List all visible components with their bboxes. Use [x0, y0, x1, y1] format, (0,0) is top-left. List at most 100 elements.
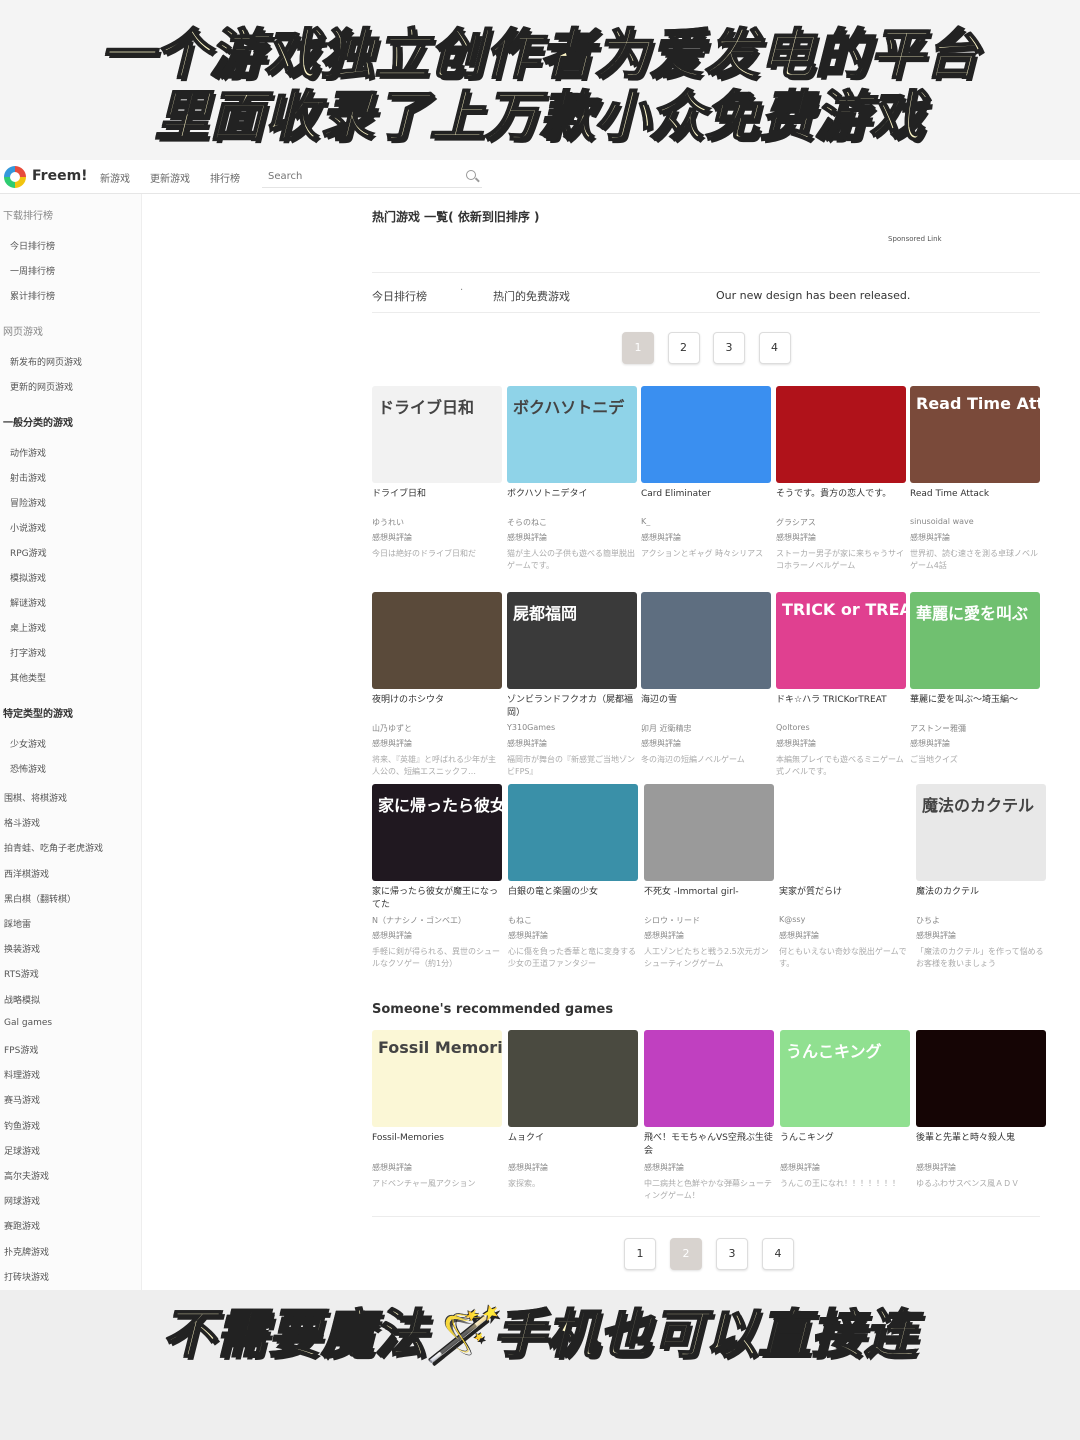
game-thumbnail[interactable] — [644, 1030, 774, 1127]
sidebar-item[interactable]: 更新的网页游戏 — [10, 380, 73, 393]
game-thumbnail[interactable] — [641, 386, 771, 483]
game-thumbnail[interactable] — [508, 1030, 638, 1127]
sidebar-item[interactable]: 恐怖游戏 — [10, 762, 46, 775]
game-title[interactable]: ドライブ日和 — [372, 488, 502, 501]
sidebar-item[interactable]: 拍青蛙、吃角子老虎游戏 — [4, 841, 103, 854]
site-logo[interactable]: Freem! — [32, 168, 88, 184]
review-link[interactable]: 感想與評論 — [507, 532, 547, 543]
game-title[interactable]: 夜明けのホシウタ — [372, 694, 502, 707]
game-title[interactable]: 華麗に愛を叫ぶ～埼玉編～ — [910, 694, 1040, 707]
game-thumbnail[interactable]: 華麗に愛を叫ぶ — [910, 592, 1040, 689]
nav-new-games[interactable]: 新游戏 — [100, 170, 130, 185]
game-thumbnail[interactable] — [779, 784, 909, 881]
sidebar-item[interactable]: 今日排行榜 — [10, 239, 55, 252]
sidebar-item[interactable]: 赛马游戏 — [4, 1093, 40, 1106]
game-title[interactable]: そうです。貴方の恋人です。 — [776, 488, 906, 501]
game-author[interactable]: Y310Games — [507, 723, 637, 732]
game-title[interactable]: Fossil-Memories — [372, 1132, 502, 1145]
sidebar-item[interactable]: 踩地雷 — [4, 917, 31, 930]
sidebar-item[interactable]: 黑白棋（翻转棋） — [4, 892, 76, 905]
game-thumbnail[interactable] — [776, 386, 906, 483]
sponsored-link[interactable]: Sponsored Link — [888, 235, 942, 243]
game-thumbnail[interactable]: ボクハソトニデ — [507, 386, 637, 483]
game-thumbnail[interactable]: Fossil Memories — [372, 1030, 502, 1127]
sidebar-item[interactable]: RPG游戏 — [10, 546, 47, 559]
freem-logo-icon[interactable] — [4, 166, 26, 188]
review-link[interactable]: 感想與評論 — [776, 738, 816, 749]
sidebar-item[interactable]: 动作游戏 — [10, 446, 46, 459]
sidebar-item[interactable]: 网球游戏 — [4, 1194, 40, 1207]
pager-top-page-2[interactable]: 2 — [667, 332, 700, 364]
review-link[interactable]: 感想與評論 — [910, 532, 950, 543]
game-thumbnail[interactable]: TRICK or TREAT — [776, 592, 906, 689]
review-link[interactable]: 感想與評論 — [644, 930, 684, 941]
game-title[interactable]: 白銀の竜と楽園の少女 — [508, 886, 638, 899]
sidebar-item[interactable]: 钓鱼游戏 — [4, 1119, 40, 1132]
sidebar-item[interactable]: FPS游戏 — [4, 1043, 38, 1056]
sidebar-item[interactable]: 解谜游戏 — [10, 596, 46, 609]
game-title[interactable]: 魔法のカクテル — [916, 886, 1046, 899]
game-title[interactable]: ドキ☆ハラ TRICKorTREAT — [776, 694, 906, 707]
review-link[interactable]: 感想與評論 — [372, 738, 412, 749]
review-link[interactable]: 感想與評論 — [508, 930, 548, 941]
review-link[interactable]: 感想與評論 — [779, 930, 819, 941]
sidebar-item[interactable]: 冒险游戏 — [10, 496, 46, 509]
game-title[interactable]: Card Eliminater — [641, 488, 771, 501]
pager-bottom-page-2[interactable]: 2 — [670, 1238, 702, 1270]
game-author[interactable]: アストン＝雅彌 — [910, 723, 1040, 734]
game-author[interactable]: 山乃ゆずと — [372, 723, 502, 734]
game-thumbnail[interactable]: 魔法のカクテル — [916, 784, 1046, 881]
sidebar-item[interactable]: 格斗游戏 — [4, 816, 40, 829]
review-link[interactable]: 感想與評論 — [372, 1162, 412, 1173]
sidebar-item[interactable]: 打砖块游戏 — [4, 1270, 49, 1283]
game-title[interactable]: ゾンビランドフクオカ（屍都福岡） — [507, 694, 637, 720]
game-author[interactable]: グラシアス — [776, 517, 906, 528]
game-author[interactable]: sinusoidal wave — [910, 517, 1040, 526]
sidebar-item[interactable]: 赛跑游戏 — [4, 1219, 40, 1232]
sidebar-item[interactable]: Gal games — [4, 1018, 52, 1028]
review-link[interactable]: 感想與評論 — [507, 738, 547, 749]
sidebar-item[interactable]: 少女游戏 — [10, 737, 46, 750]
game-title[interactable]: ムョクイ — [508, 1132, 638, 1145]
search-icon[interactable] — [466, 170, 476, 180]
game-thumbnail[interactable] — [644, 784, 774, 881]
tab-popular-free[interactable]: 热门的免费游戏 — [493, 288, 570, 304]
nav-ranking[interactable]: 排行榜 — [210, 170, 240, 185]
game-title[interactable]: Read Time Attack — [910, 488, 1040, 501]
game-title[interactable]: うんこキング — [780, 1132, 910, 1145]
pager-top-page-3[interactable]: 3 — [713, 332, 745, 364]
sidebar-item[interactable]: 桌上游戏 — [10, 621, 46, 634]
sidebar-item[interactable]: 小说游戏 — [10, 521, 46, 534]
sidebar-item[interactable]: 其他类型 — [10, 671, 46, 684]
game-thumbnail[interactable] — [372, 592, 502, 689]
game-thumbnail[interactable] — [916, 1030, 1046, 1127]
review-link[interactable]: 感想與評論 — [644, 1162, 684, 1173]
review-link[interactable]: 感想與評論 — [776, 532, 816, 543]
game-thumbnail[interactable] — [641, 592, 771, 689]
nav-updated-games[interactable]: 更新游戏 — [150, 170, 190, 185]
pager-top-page-1[interactable]: 1 — [622, 332, 654, 364]
game-thumbnail[interactable]: うんこキング — [780, 1030, 910, 1127]
pager-bottom-page-1[interactable]: 1 — [624, 1238, 656, 1270]
review-link[interactable]: 感想與評論 — [780, 1162, 820, 1173]
review-link[interactable]: 感想與評論 — [372, 532, 412, 543]
game-title[interactable]: 後輩と先輩と時々殺人鬼 — [916, 1132, 1046, 1145]
game-title[interactable]: 飛べ！モモちゃんVS空飛ぶ生徒会 — [644, 1132, 774, 1158]
review-link[interactable]: 感想與評論 — [916, 1162, 956, 1173]
review-link[interactable]: 感想與評論 — [910, 738, 950, 749]
pager-top-page-4[interactable]: 4 — [758, 332, 791, 364]
sidebar-item[interactable]: 模拟游戏 — [10, 571, 46, 584]
game-thumbnail[interactable] — [508, 784, 638, 881]
game-author[interactable]: N（ナナシノ・ゴンベエ） — [372, 915, 502, 926]
game-author[interactable]: シロウ・リード — [644, 915, 774, 926]
sidebar-item[interactable]: 累计排行榜 — [10, 289, 55, 302]
review-link[interactable]: 感想與評論 — [641, 532, 681, 543]
game-author[interactable]: そらのねこ — [507, 517, 637, 528]
game-title[interactable]: 実家が質だらけ — [779, 886, 909, 899]
search-input[interactable] — [262, 166, 482, 188]
sidebar-item[interactable]: 高尔夫游戏 — [4, 1169, 49, 1182]
game-author[interactable]: K_ — [641, 517, 771, 526]
game-title[interactable]: 海辺の雪 — [641, 694, 771, 707]
sidebar-item[interactable]: 料理游戏 — [4, 1068, 40, 1081]
sidebar-item[interactable]: 新发布的网页游戏 — [10, 355, 82, 368]
